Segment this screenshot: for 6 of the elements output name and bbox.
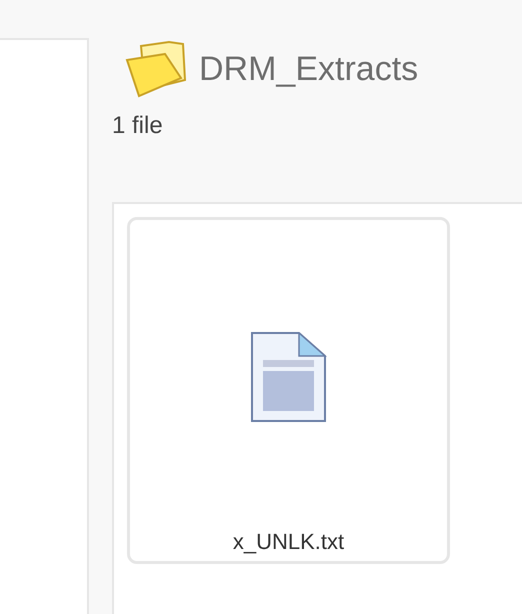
file-count: 1 file: [112, 114, 163, 138]
file-card[interactable]: x_UNLK.txt: [127, 217, 450, 564]
folder-icon: [125, 40, 187, 98]
folder-title: DRM_Extracts: [199, 52, 418, 86]
file-name: x_UNLK.txt: [232, 531, 344, 553]
document-icon: [250, 332, 326, 422]
